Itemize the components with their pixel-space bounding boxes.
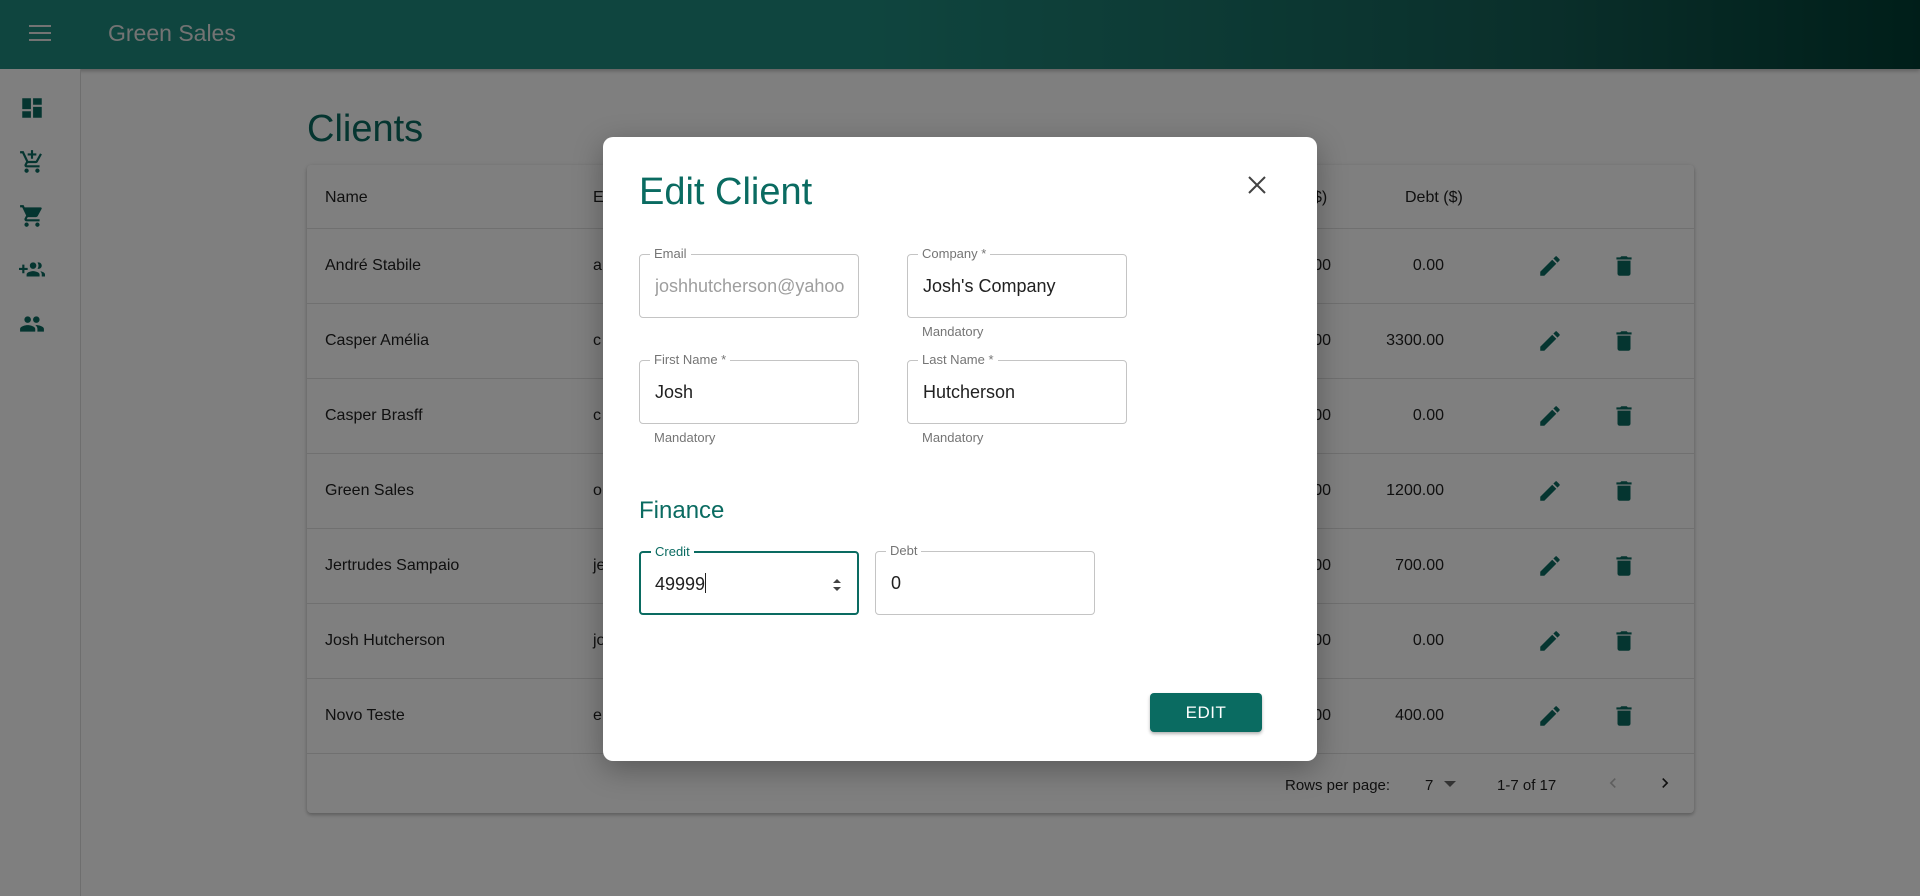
finance-section-title: Finance [639,497,725,524]
debt-field-label: Debt [886,543,922,559]
edit-client-dialog: Edit Client Email joshhutcherson@yahoo C… [603,137,1317,761]
edit-submit-button[interactable]: EDIT [1150,693,1262,732]
last-name-field-label: Last Name * [918,352,998,368]
credit-field[interactable]: Credit 49999 [639,544,859,615]
last-name-field[interactable]: Last Name * Hutcherson [907,352,1127,424]
credit-field-label: Credit [651,544,694,560]
close-icon[interactable] [1239,167,1275,203]
dialog-title: Edit Client [639,171,813,213]
text-caret [705,573,707,593]
debt-field-value: 0 [891,573,902,593]
credit-field-value-wrap: 49999 [655,573,805,595]
first-name-field[interactable]: First Name * Josh [639,352,859,424]
number-spinner-icon[interactable] [831,575,843,595]
first-name-helper-text: Mandatory [654,430,716,445]
email-field[interactable]: Email joshhutcherson@yahoo [639,246,859,318]
company-helper-text: Mandatory [922,324,984,339]
email-field-label: Email [650,246,691,262]
debt-field[interactable]: Debt 0 [875,543,1095,615]
first-name-field-label: First Name * [650,352,731,368]
company-field[interactable]: Company * Josh's Company [907,246,1127,318]
last-name-helper-text: Mandatory [922,430,984,445]
last-name-field-value: Hutcherson [923,382,1016,402]
company-field-value: Josh's Company [923,276,1056,296]
first-name-field-value: Josh [655,382,694,402]
email-field-value: joshhutcherson@yahoo [655,276,845,296]
company-field-label: Company * [918,246,991,262]
credit-field-value: 49999 [655,574,706,594]
